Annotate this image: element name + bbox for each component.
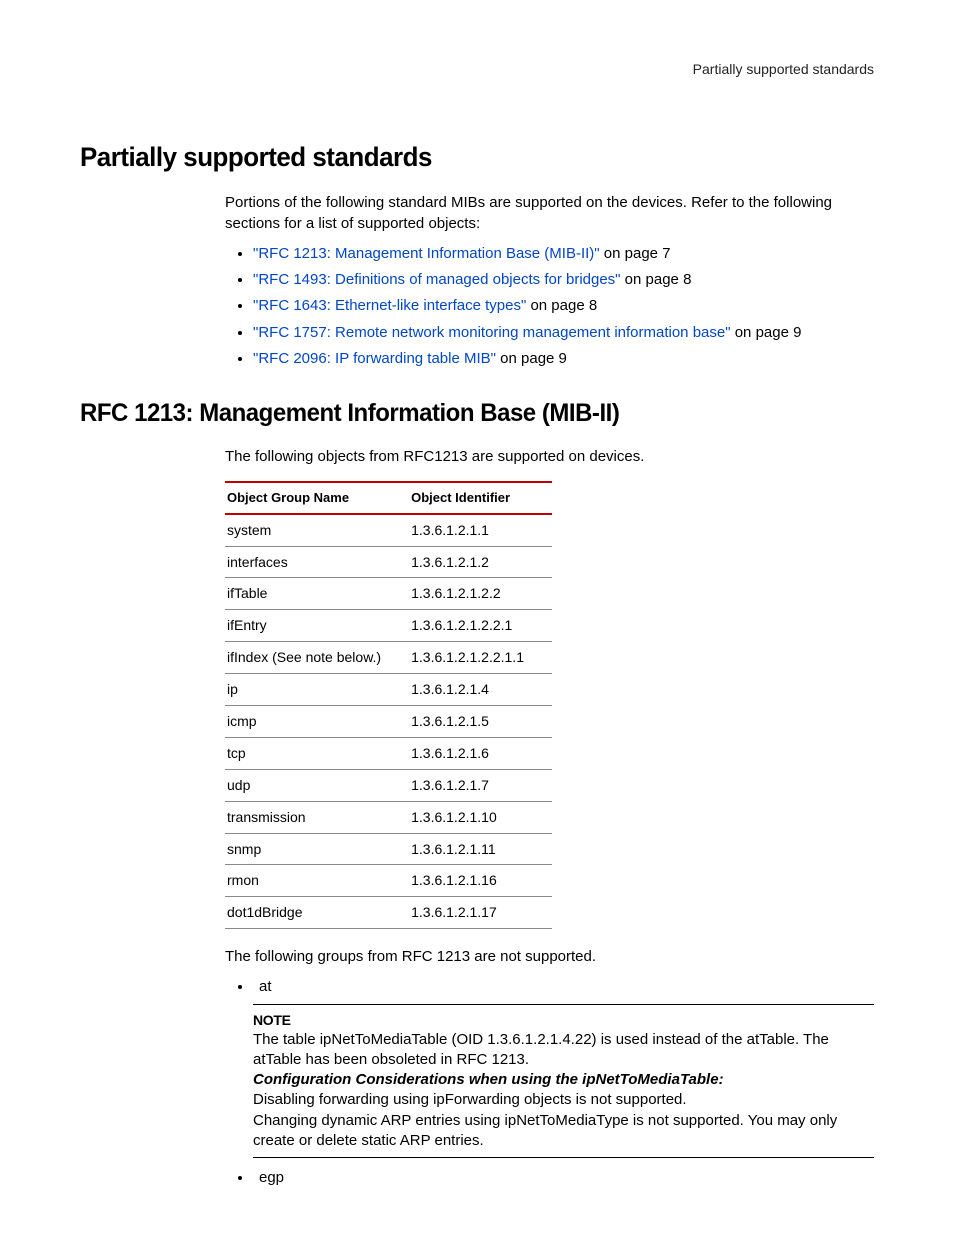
table-row: tcp1.3.6.1.2.1.6 [225, 737, 552, 769]
cell-oid: 1.3.6.1.2.1.2 [409, 546, 552, 578]
cell-oid: 1.3.6.1.2.1.1 [409, 514, 552, 546]
link-page-ref: on page 9 [496, 350, 567, 367]
table-row: snmp1.3.6.1.2.1.11 [225, 833, 552, 865]
link-rfc1213[interactable]: "RFC 1213: Management Information Base (… [253, 245, 600, 262]
table-row: udp1.3.6.1.2.1.7 [225, 769, 552, 801]
cell-group-name: interfaces [225, 546, 409, 578]
cell-group-name: icmp [225, 705, 409, 737]
note-title: NOTE [253, 1011, 874, 1030]
cell-group-name: tcp [225, 737, 409, 769]
list-item-egp: egp [253, 1168, 874, 1188]
cell-oid: 1.3.6.1.2.1.10 [409, 801, 552, 833]
table-header-oid: Object Identifier [409, 482, 552, 514]
cell-oid: 1.3.6.1.2.1.4 [409, 674, 552, 706]
cell-oid: 1.3.6.1.2.1.6 [409, 737, 552, 769]
table-header-name: Object Group Name [225, 482, 409, 514]
note-box: NOTE The table ipNetToMediaTable (OID 1.… [253, 1004, 874, 1158]
cell-oid: 1.3.6.1.2.1.11 [409, 833, 552, 865]
link-page-ref: on page 9 [731, 324, 802, 341]
note-text-3: Changing dynamic ARP entries using ipNet… [253, 1111, 874, 1152]
cell-group-name: ifTable [225, 578, 409, 610]
table-row: interfaces1.3.6.1.2.1.2 [225, 546, 552, 578]
intro-paragraph-3: The following groups from RFC 1213 are n… [225, 947, 874, 967]
cell-oid: 1.3.6.1.2.1.2.2 [409, 578, 552, 610]
cell-group-name: snmp [225, 833, 409, 865]
link-item: "RFC 2096: IP forwarding table MIB" on p… [253, 349, 874, 369]
note-subtitle: Configuration Considerations when using … [253, 1070, 874, 1090]
link-item: "RFC 1493: Definitions of managed object… [253, 270, 874, 290]
oid-table: Object Group Name Object Identifier syst… [225, 481, 552, 929]
table-row: dot1dBridge1.3.6.1.2.1.17 [225, 897, 552, 929]
link-rfc1757[interactable]: "RFC 1757: Remote network monitoring man… [253, 324, 731, 341]
table-row: ip1.3.6.1.2.1.4 [225, 674, 552, 706]
link-page-ref: on page 8 [526, 297, 597, 314]
note-text-1: The table ipNetToMediaTable (OID 1.3.6.1… [253, 1030, 874, 1071]
cell-oid: 1.3.6.1.2.1.17 [409, 897, 552, 929]
cell-group-name: udp [225, 769, 409, 801]
cell-oid: 1.3.6.1.2.1.5 [409, 705, 552, 737]
note-text-2: Disabling forwarding using ipForwarding … [253, 1090, 874, 1110]
cell-oid: 1.3.6.1.2.1.2.2.1.1 [409, 642, 552, 674]
table-row: ifEntry1.3.6.1.2.1.2.2.1 [225, 610, 552, 642]
table-row: transmission1.3.6.1.2.1.10 [225, 801, 552, 833]
list-item-at: at [253, 977, 874, 997]
table-row: system1.3.6.1.2.1.1 [225, 514, 552, 546]
link-item: "RFC 1757: Remote network monitoring man… [253, 323, 874, 343]
unsupported-list: at [225, 977, 874, 997]
link-item: "RFC 1643: Ethernet-like interface types… [253, 296, 874, 316]
cell-group-name: system [225, 514, 409, 546]
heading-partially-supported: Partially supported standards [80, 139, 842, 175]
cell-oid: 1.3.6.1.2.1.2.2.1 [409, 610, 552, 642]
table-row: ifTable1.3.6.1.2.1.2.2 [225, 578, 552, 610]
table-row: icmp1.3.6.1.2.1.5 [225, 705, 552, 737]
link-list: "RFC 1213: Management Information Base (… [225, 244, 874, 369]
link-rfc1493[interactable]: "RFC 1493: Definitions of managed object… [253, 271, 621, 288]
cell-group-name: ip [225, 674, 409, 706]
link-item: "RFC 1213: Management Information Base (… [253, 244, 874, 264]
cell-oid: 1.3.6.1.2.1.7 [409, 769, 552, 801]
intro-paragraph-2: The following objects from RFC1213 are s… [225, 447, 874, 467]
cell-oid: 1.3.6.1.2.1.16 [409, 865, 552, 897]
table-row: ifIndex (See note below.)1.3.6.1.2.1.2.2… [225, 642, 552, 674]
cell-group-name: rmon [225, 865, 409, 897]
heading-rfc1213: RFC 1213: Management Information Base (M… [80, 397, 842, 431]
page-header-label: Partially supported standards [80, 60, 874, 79]
link-rfc1643[interactable]: "RFC 1643: Ethernet-like interface types… [253, 297, 526, 314]
unsupported-list-2: egp [225, 1168, 874, 1188]
table-row: rmon1.3.6.1.2.1.16 [225, 865, 552, 897]
intro-paragraph-1: Portions of the following standard MIBs … [225, 193, 874, 234]
cell-group-name: dot1dBridge [225, 897, 409, 929]
cell-group-name: ifEntry [225, 610, 409, 642]
link-page-ref: on page 7 [600, 245, 671, 262]
link-rfc2096[interactable]: "RFC 2096: IP forwarding table MIB" [253, 350, 496, 367]
cell-group-name: transmission [225, 801, 409, 833]
cell-group-name: ifIndex (See note below.) [225, 642, 409, 674]
link-page-ref: on page 8 [621, 271, 692, 288]
